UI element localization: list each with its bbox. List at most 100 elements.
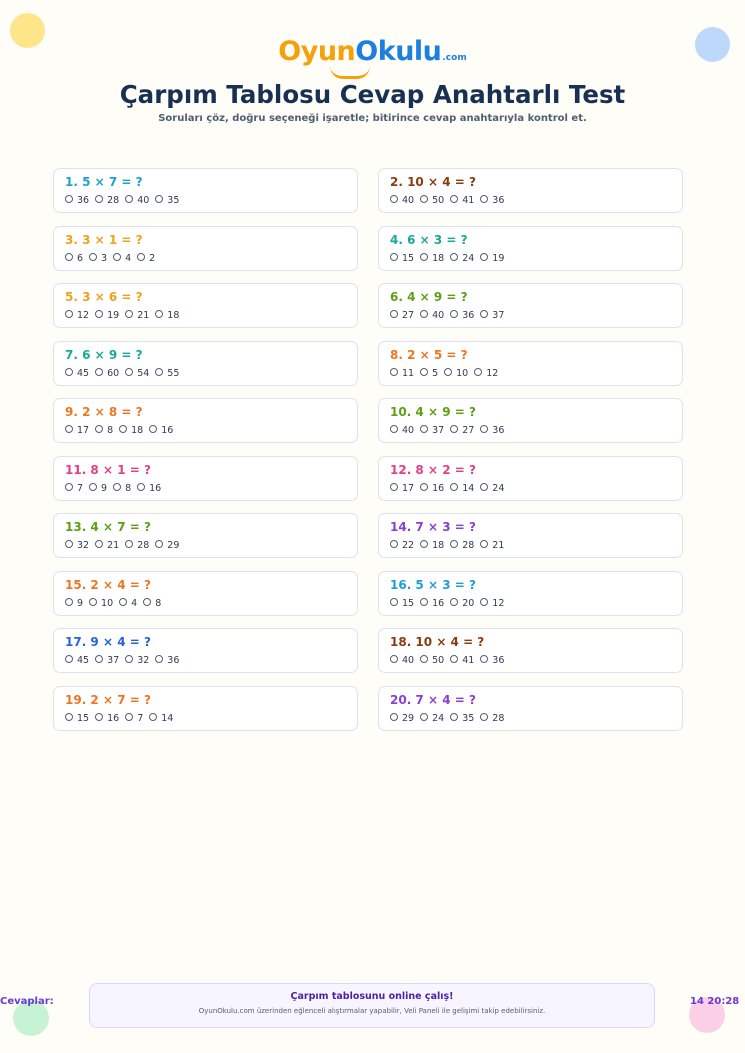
answer-option[interactable]: 8 xyxy=(95,425,113,436)
radio-circle-icon[interactable] xyxy=(450,310,459,318)
radio-circle-icon[interactable] xyxy=(450,655,459,663)
radio-circle-icon[interactable] xyxy=(113,482,122,491)
answer-option[interactable]: 19 xyxy=(480,252,504,264)
radio-circle-icon[interactable] xyxy=(390,195,398,203)
answer-option[interactable]: 3 xyxy=(89,252,107,264)
radio-circle-icon[interactable] xyxy=(155,310,164,318)
answer-option[interactable]: 36 xyxy=(155,655,179,666)
radio-circle-icon[interactable] xyxy=(155,195,164,203)
answer-option[interactable]: 55 xyxy=(155,367,179,379)
answer-option[interactable]: 45 xyxy=(65,367,89,379)
answer-option[interactable]: 36 xyxy=(480,195,504,206)
answer-option[interactable]: 7 xyxy=(125,712,143,724)
radio-circle-icon[interactable] xyxy=(65,712,73,721)
answer-option[interactable]: 16 xyxy=(420,482,444,494)
answer-option[interactable]: 27 xyxy=(390,310,414,321)
answer-option[interactable]: 16 xyxy=(137,482,161,494)
answer-option[interactable]: 5 xyxy=(420,367,438,379)
answer-option[interactable]: 36 xyxy=(480,425,504,436)
answer-option[interactable]: 6 xyxy=(65,252,83,264)
answer-option[interactable]: 41 xyxy=(450,195,474,206)
radio-circle-icon[interactable] xyxy=(450,712,459,721)
radio-circle-icon[interactable] xyxy=(420,367,429,376)
radio-circle-icon[interactable] xyxy=(420,482,429,491)
radio-circle-icon[interactable] xyxy=(474,367,483,376)
radio-circle-icon[interactable] xyxy=(480,655,489,663)
radio-circle-icon[interactable] xyxy=(390,712,398,721)
answer-option[interactable]: 12 xyxy=(65,310,89,321)
radio-circle-icon[interactable] xyxy=(65,482,73,491)
answer-option[interactable]: 40 xyxy=(390,425,414,436)
answer-option[interactable]: 40 xyxy=(125,195,149,206)
answer-option[interactable]: 28 xyxy=(95,195,119,206)
answer-option[interactable]: 24 xyxy=(480,482,504,494)
answer-option[interactable]: 2 xyxy=(137,252,155,264)
answer-option[interactable]: 21 xyxy=(95,540,119,551)
answer-option[interactable]: 28 xyxy=(125,540,149,551)
radio-circle-icon[interactable] xyxy=(450,597,459,606)
answer-option[interactable]: 24 xyxy=(420,712,444,724)
radio-circle-icon[interactable] xyxy=(137,482,146,491)
radio-circle-icon[interactable] xyxy=(95,425,104,433)
radio-circle-icon[interactable] xyxy=(450,482,459,491)
answer-option[interactable]: 32 xyxy=(65,540,89,551)
answer-option[interactable]: 21 xyxy=(480,540,504,551)
answer-option[interactable]: 16 xyxy=(149,425,173,436)
answer-option[interactable]: 8 xyxy=(143,597,161,609)
answer-option[interactable]: 29 xyxy=(155,540,179,551)
radio-circle-icon[interactable] xyxy=(95,540,104,548)
answer-option[interactable]: 18 xyxy=(155,310,179,321)
radio-circle-icon[interactable] xyxy=(125,310,134,318)
radio-circle-icon[interactable] xyxy=(450,195,459,203)
answer-option[interactable]: 36 xyxy=(450,310,474,321)
answer-option[interactable]: 37 xyxy=(480,310,504,321)
answer-option[interactable]: 50 xyxy=(420,195,444,206)
answer-option[interactable]: 4 xyxy=(113,252,131,264)
radio-circle-icon[interactable] xyxy=(95,195,104,203)
answer-option[interactable]: 12 xyxy=(474,367,498,379)
answer-option[interactable]: 20 xyxy=(450,597,474,609)
radio-circle-icon[interactable] xyxy=(390,482,398,491)
radio-circle-icon[interactable] xyxy=(65,655,73,663)
radio-circle-icon[interactable] xyxy=(480,482,489,491)
answer-option[interactable]: 8 xyxy=(113,482,131,494)
answer-option[interactable]: 40 xyxy=(390,195,414,206)
radio-circle-icon[interactable] xyxy=(450,252,459,261)
answer-option[interactable]: 9 xyxy=(65,597,83,609)
answer-option[interactable]: 10 xyxy=(444,367,468,379)
radio-circle-icon[interactable] xyxy=(95,712,104,721)
answer-option[interactable]: 27 xyxy=(450,425,474,436)
radio-circle-icon[interactable] xyxy=(480,540,489,548)
answer-option[interactable]: 17 xyxy=(65,425,89,436)
answer-option[interactable]: 22 xyxy=(390,540,414,551)
radio-circle-icon[interactable] xyxy=(125,367,134,376)
answer-option[interactable]: 28 xyxy=(450,540,474,551)
radio-circle-icon[interactable] xyxy=(444,367,453,376)
answer-option[interactable]: 29 xyxy=(390,712,414,724)
radio-circle-icon[interactable] xyxy=(480,310,489,318)
answer-option[interactable]: 4 xyxy=(119,597,137,609)
radio-circle-icon[interactable] xyxy=(390,310,398,318)
answer-option[interactable]: 15 xyxy=(65,712,89,724)
answer-option[interactable]: 54 xyxy=(125,367,149,379)
radio-circle-icon[interactable] xyxy=(420,310,429,318)
radio-circle-icon[interactable] xyxy=(450,425,459,433)
radio-circle-icon[interactable] xyxy=(480,195,489,203)
radio-circle-icon[interactable] xyxy=(390,252,398,261)
radio-circle-icon[interactable] xyxy=(480,425,489,433)
radio-circle-icon[interactable] xyxy=(95,310,104,318)
radio-circle-icon[interactable] xyxy=(420,540,429,548)
radio-circle-icon[interactable] xyxy=(113,252,122,261)
radio-circle-icon[interactable] xyxy=(65,195,73,203)
radio-circle-icon[interactable] xyxy=(125,540,134,548)
radio-circle-icon[interactable] xyxy=(390,655,398,663)
answer-option[interactable]: 18 xyxy=(420,252,444,264)
answer-option[interactable]: 35 xyxy=(450,712,474,724)
answer-option[interactable]: 45 xyxy=(65,655,89,666)
answer-option[interactable]: 60 xyxy=(95,367,119,379)
answer-option[interactable]: 16 xyxy=(420,597,444,609)
answer-option[interactable]: 7 xyxy=(65,482,83,494)
radio-circle-icon[interactable] xyxy=(65,425,73,433)
radio-circle-icon[interactable] xyxy=(89,482,98,491)
radio-circle-icon[interactable] xyxy=(390,367,398,376)
